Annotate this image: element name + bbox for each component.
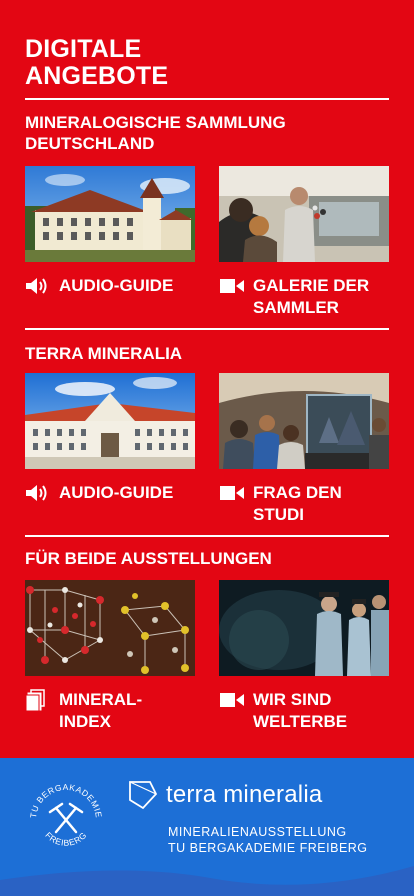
terra-mineralia-logo-icon bbox=[129, 781, 158, 810]
hammer-pick-icon bbox=[48, 802, 84, 834]
footer-wave bbox=[0, 866, 414, 896]
castle-photo bbox=[25, 166, 195, 262]
card-audio-guide-sammlung[interactable]: AUDIO-GUIDE bbox=[25, 166, 195, 295]
seal-text-bottom: FREIBERG bbox=[43, 830, 88, 848]
speaker-icon bbox=[26, 485, 47, 501]
divider bbox=[25, 98, 389, 100]
gallery-photo bbox=[219, 166, 389, 262]
video-camera-icon bbox=[220, 693, 244, 707]
card-mineral-index[interactable]: MINERAL- INDEX bbox=[25, 580, 195, 731]
video-camera-icon bbox=[220, 486, 244, 500]
section-title-fuer-beide-ausstellungen: FÜR BEIDE AUSSTELLUNGEN bbox=[25, 549, 272, 568]
palace-photo bbox=[25, 373, 195, 469]
footer-tagline: MINERALIENAUSSTELLUNG TU BERGAKADEMIE FR… bbox=[168, 825, 368, 855]
page-title: DIGITALE ANGEBOTE bbox=[25, 35, 169, 90]
brand-name: terra mineralia bbox=[166, 781, 323, 808]
card-label: FRAG DEN STUDI bbox=[253, 483, 342, 524]
card-label: GALERIE DER SAMMLER bbox=[253, 276, 370, 317]
divider bbox=[25, 328, 389, 330]
svg-text:FREIBERG: FREIBERG bbox=[43, 830, 88, 848]
svg-text:TU BERGAKADEMIE: TU BERGAKADEMIE bbox=[28, 782, 104, 819]
card-label: AUDIO-GUIDE bbox=[59, 276, 174, 295]
documents-icon bbox=[25, 689, 45, 711]
tu-bergakademie-seal[interactable]: TU BERGAKADEMIE FREIBERG bbox=[26, 780, 106, 860]
terra-mineralia-brand[interactable]: terra mineralia bbox=[128, 780, 322, 810]
exhibition-photo bbox=[219, 373, 389, 469]
speaker-icon bbox=[26, 278, 47, 294]
section-title-terra-mineralia: TERRA MINERALIA bbox=[25, 344, 183, 363]
video-camera-icon bbox=[220, 279, 244, 293]
card-label: MINERAL- INDEX bbox=[59, 690, 143, 731]
card-frag-den-studi[interactable]: FRAG DEN STUDI bbox=[219, 373, 389, 524]
footer: TU BERGAKADEMIE FREIBERG terra mineralia… bbox=[0, 758, 414, 896]
divider bbox=[25, 535, 389, 537]
card-label: AUDIO-GUIDE bbox=[59, 483, 174, 502]
card-galerie-der-sammler[interactable]: GALERIE DER SAMMLER bbox=[219, 166, 389, 317]
card-audio-guide-terra-mineralia[interactable]: AUDIO-GUIDE bbox=[25, 373, 195, 502]
card-wir-sind-welterbe[interactable]: WIR SIND WELTERBE bbox=[219, 580, 389, 731]
card-label: WIR SIND WELTERBE bbox=[253, 690, 348, 731]
crystal-model-photo bbox=[25, 580, 195, 676]
seal-text-top: TU BERGAKADEMIE bbox=[28, 782, 103, 819]
miners-photo bbox=[219, 580, 389, 676]
section-title-mineralogische-sammlung: MINERALOGISCHE SAMMLUNG DEUTSCHLAND bbox=[25, 113, 286, 153]
